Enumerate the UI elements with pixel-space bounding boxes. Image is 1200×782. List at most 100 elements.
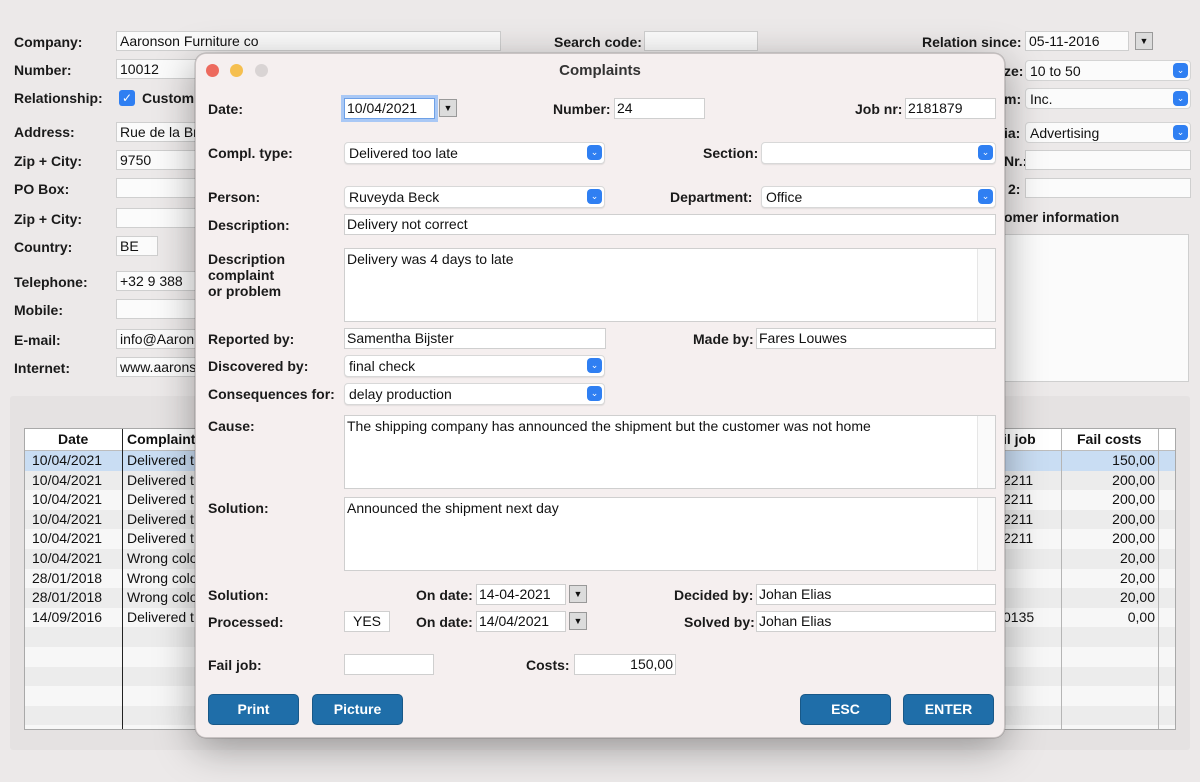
mobile-label: Mobile: <box>14 302 63 318</box>
enter-button[interactable]: ENTER <box>903 694 994 725</box>
description-label: Description: <box>208 217 290 233</box>
address-field[interactable]: Rue de la Br <box>116 122 206 142</box>
section-select[interactable]: ⌄ <box>761 142 996 164</box>
reported-by-field[interactable]: Samentha Bijster <box>344 328 606 349</box>
internet-field[interactable]: www.aarons <box>116 357 206 377</box>
header-fail-job[interactable]: il job <box>1003 431 1036 447</box>
table-cell-date: 28/01/2018 <box>32 569 103 586</box>
zip-city-field[interactable]: 9750 <box>116 150 206 170</box>
processed-label: Processed: <box>208 614 284 630</box>
size-label: ze: <box>1004 63 1024 79</box>
compl-type-select[interactable]: Delivered too late ⌄ <box>344 142 605 164</box>
person-select[interactable]: Ruveyda Beck ⌄ <box>344 186 605 208</box>
via-select[interactable]: Advertising ⌄ <box>1025 122 1191 143</box>
country-field[interactable]: BE <box>116 236 158 256</box>
table-cell-date: 10/04/2021 <box>32 530 103 547</box>
scrollbar[interactable] <box>977 249 995 321</box>
made-by-field[interactable]: Fares Louwes <box>756 328 996 349</box>
zip-city2-field[interactable] <box>116 208 206 228</box>
mobile-field[interactable] <box>116 299 206 319</box>
table-cell-cost: 200,00 <box>1112 510 1155 527</box>
description-complaint-label-line2: complaint <box>208 267 275 283</box>
field-2-label: 2: <box>1008 181 1021 197</box>
relation-since-date-button[interactable]: ▼ <box>1135 32 1153 50</box>
print-button[interactable]: Print <box>208 694 299 725</box>
telephone-label: Telephone: <box>14 274 88 290</box>
solution-text-label: Solution: <box>208 500 269 516</box>
chevron-down-icon: ⌄ <box>978 145 993 160</box>
telephone-field[interactable]: +32 9 388 <box>116 271 206 291</box>
nr-field[interactable] <box>1025 150 1191 170</box>
table-cell-job: 2211 <box>1003 491 1034 508</box>
section-label: Section: <box>703 145 759 161</box>
table-cell-date: 10/04/2021 <box>32 550 103 566</box>
chevron-down-icon: ⌄ <box>1173 91 1188 106</box>
table-cell-cost: 0,00 <box>1127 608 1155 625</box>
table-cell-complaint: Delivered t <box>127 452 194 468</box>
customer-information-label: omer information <box>1004 209 1120 225</box>
consequences-for-select[interactable]: delay production ⌄ <box>344 383 605 405</box>
chevron-down-icon: ⌄ <box>587 145 602 160</box>
header-complaint[interactable]: Complaint <box>127 431 195 447</box>
department-label: Department: <box>670 189 753 205</box>
address-label: Address: <box>14 124 75 140</box>
search-code-field[interactable] <box>644 31 758 51</box>
via-label: ia: <box>1004 125 1021 141</box>
cause-label: Cause: <box>208 418 255 434</box>
relation-since-field[interactable]: 05-11-2016 <box>1025 31 1129 51</box>
solved-by-field[interactable]: Johan Elias <box>756 611 996 632</box>
description-field[interactable]: Delivery not correct <box>344 214 996 235</box>
compl-type-value: Delivered too late <box>349 145 458 161</box>
form-select[interactable]: Inc. ⌄ <box>1025 88 1191 109</box>
number-field[interactable]: 24 <box>614 98 705 119</box>
number-field[interactable]: 10012 <box>116 59 206 79</box>
fail-job-field[interactable] <box>344 654 434 675</box>
department-value: Office <box>766 189 803 205</box>
description-complaint-label: Description complaint or problem <box>208 251 285 299</box>
date-field[interactable]: 10/04/2021 <box>344 98 435 119</box>
customer-information-text[interactable] <box>1004 234 1189 382</box>
dialog-titlebar: Complaints <box>196 54 1004 86</box>
processed-date-picker-button[interactable]: ▼ <box>569 612 587 630</box>
solution-date-picker-button[interactable]: ▼ <box>569 585 587 603</box>
scrollbar[interactable] <box>977 416 995 488</box>
table-cell-date: 10/04/2021 <box>32 471 103 488</box>
relationship-label: Relationship: <box>14 90 103 106</box>
processed-on-date-field[interactable]: 14/04/2021 <box>476 611 566 632</box>
chevron-down-icon: ⌄ <box>978 189 993 204</box>
column-divider <box>122 429 123 729</box>
fail-job-label: Fail job: <box>208 657 262 673</box>
header-fail-costs[interactable]: Fail costs <box>1077 431 1142 447</box>
solution-text: Announced the shipment next day <box>347 500 559 516</box>
processed-field[interactable]: YES <box>344 611 390 632</box>
chevron-down-icon: ⌄ <box>1173 125 1188 140</box>
person-label: Person: <box>208 189 261 205</box>
discovered-by-select[interactable]: final check ⌄ <box>344 355 605 377</box>
solution-on-date-field[interactable]: 14-04-2021 <box>476 584 566 605</box>
picture-button[interactable]: Picture <box>312 694 403 725</box>
department-select[interactable]: Office ⌄ <box>761 186 996 208</box>
size-select[interactable]: 10 to 50 ⌄ <box>1025 60 1191 81</box>
costs-field[interactable]: 150,00 <box>574 654 676 675</box>
po-box-field[interactable] <box>116 178 206 198</box>
decided-by-field[interactable]: Johan Elias <box>756 584 996 605</box>
scrollbar[interactable] <box>977 498 995 570</box>
chevron-down-icon: ⌄ <box>587 386 602 401</box>
header-date[interactable]: Date <box>58 431 88 447</box>
column-divider <box>1061 429 1062 729</box>
company-field[interactable]: Aaronson Furniture co <box>116 31 501 51</box>
solution-textarea[interactable]: Announced the shipment next day <box>344 497 996 571</box>
zip-city-label: Zip + City: <box>14 153 83 169</box>
esc-button[interactable]: ESC <box>800 694 891 725</box>
discovered-by-value: final check <box>349 358 416 374</box>
date-picker-button[interactable]: ▼ <box>439 99 457 117</box>
country-label: Country: <box>14 239 73 255</box>
po-box-label: PO Box: <box>14 181 70 197</box>
field-2[interactable] <box>1025 178 1191 198</box>
nr-label: Nr.: <box>1004 153 1028 169</box>
customer-checkbox[interactable]: ✓ <box>119 90 135 106</box>
email-field[interactable]: info@Aaron <box>116 329 206 349</box>
job-nr-field[interactable]: 2181879 <box>905 98 996 119</box>
cause-textarea[interactable]: The shipping company has announced the s… <box>344 415 996 489</box>
description-complaint-textarea[interactable]: Delivery was 4 days to late <box>344 248 996 322</box>
